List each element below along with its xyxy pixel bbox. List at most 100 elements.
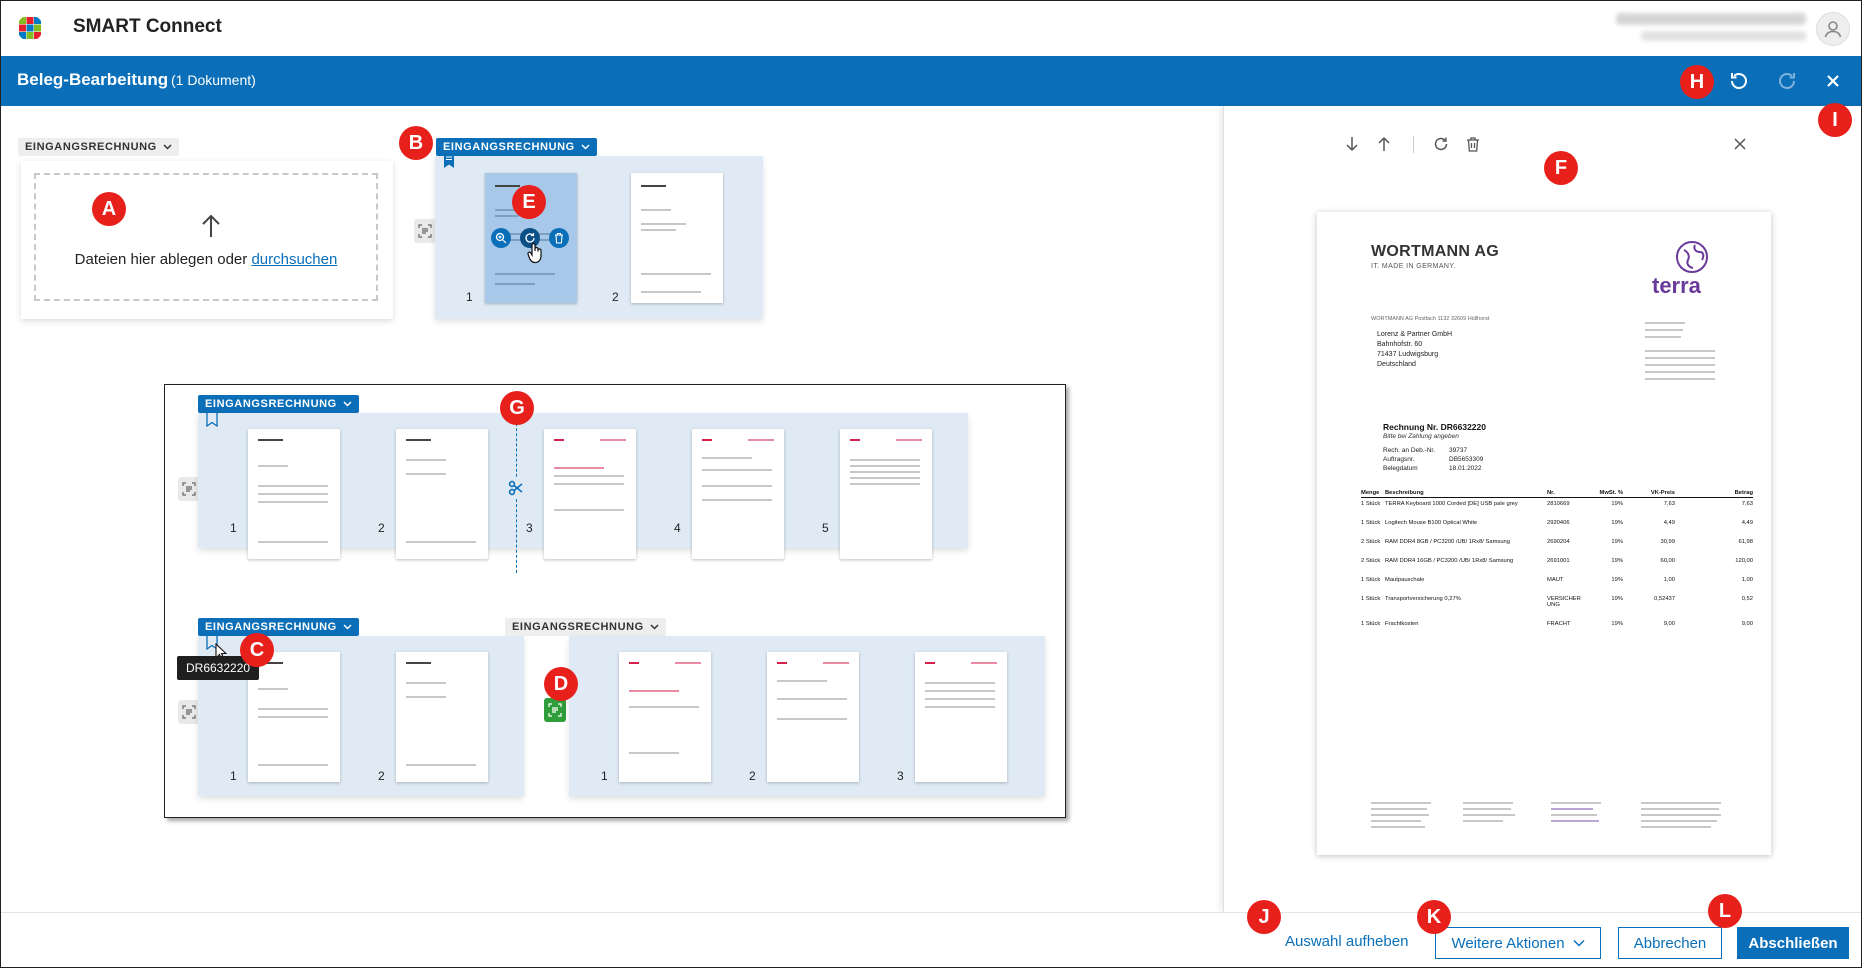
cell-price: 4,49 (1663, 520, 1675, 526)
close-preview-button[interactable] (1729, 133, 1751, 155)
dropzone-text: Dateien hier ablegen oder durchsuchen (36, 251, 376, 268)
scan-text-icon (548, 703, 562, 717)
trash-icon (555, 232, 563, 244)
move-down-button[interactable] (1341, 133, 1363, 155)
meta-value: 39737 (1449, 447, 1468, 454)
table-row: 2 Stück RAM DDR4 16GB / PC3200 /UB/ 1Rx8/… (1361, 558, 1753, 564)
cell-total: 9,00 (1741, 621, 1753, 627)
preview-brand: terra (1652, 273, 1701, 298)
cell-price: 60,00 (1660, 558, 1675, 564)
arrow-up-icon (1378, 136, 1390, 151)
page-thumbnail[interactable] (396, 429, 488, 559)
cancel-button[interactable]: Abbrechen (1618, 927, 1722, 959)
column-header: Menge (1361, 490, 1380, 496)
doctype-label: EINGANGSRECHNUNG (443, 141, 575, 153)
page-thumbnail[interactable] (544, 429, 636, 559)
page-thumbnail[interactable] (692, 429, 784, 559)
hand-cursor-icon (527, 242, 542, 264)
column-header: Nr. (1547, 490, 1555, 496)
upload-icon (202, 214, 220, 237)
cell-total: 1,00 (1741, 577, 1753, 583)
recipient-line: Lorenz & Partner GmbH (1377, 331, 1453, 338)
doctype-dropdown-doc3[interactable]: EINGANGSRECHNUNG (198, 618, 359, 636)
more-actions-label: Weitere Aktionen (1451, 934, 1565, 952)
rotate-preview-button[interactable] (1430, 133, 1452, 155)
preview-invoice-sub: Bitte bei Zahlung angeben (1383, 433, 1459, 440)
cell-total: 120,00 (1735, 558, 1753, 564)
preview-panel: WORTMANN AG IT. MADE IN GERMANY. terra W… (1223, 106, 1861, 912)
chevron-down-icon (343, 401, 352, 407)
cell-qty: 2 Stück (1361, 558, 1381, 564)
delete-preview-button[interactable] (1462, 133, 1484, 155)
table-row: 1 Stück Mautpauschale MAUT 19% 1,00 1,00 (1361, 577, 1753, 583)
invoice-preview: WORTMANN AG IT. MADE IN GERMANY. terra W… (1317, 212, 1771, 855)
callout-badge-k: K (1417, 900, 1451, 934)
page-thumbnail[interactable] (396, 652, 488, 782)
doctype-dropdown-doc2[interactable]: EINGANGSRECHNUNG (198, 395, 359, 413)
page-thumbnail[interactable] (619, 652, 711, 782)
cell-total: 4,49 (1741, 520, 1753, 526)
app-bar: SMART Connect (1, 1, 1861, 56)
delete-page-button[interactable] (549, 228, 569, 248)
cell-desc: Transportversicherung 0,27% (1385, 596, 1461, 602)
preview-meta: Rech. an Deb.-Nr. 39737 Auftragsnr. DB5653… (1383, 446, 1483, 473)
trash-icon (1467, 137, 1479, 152)
callout-badge-i: I (1818, 103, 1852, 137)
user-icon (1824, 21, 1842, 38)
callout-badge-l: L (1708, 894, 1742, 928)
preview-line-items: Menge Beschreibung Nr. MwSt. % VK-Preis … (1361, 490, 1753, 627)
doctype-label: EINGANGSRECHNUNG (25, 141, 157, 153)
cell-total: 61,98 (1738, 539, 1753, 545)
redo-button[interactable] (1771, 65, 1803, 97)
page-number: 2 (378, 521, 385, 535)
file-dropzone[interactable]: Dateien hier ablegen oder durchsuchen (34, 173, 378, 301)
doctype-dropdown-upload[interactable]: EINGANGSRECHNUNG (18, 138, 179, 156)
page-thumbnail[interactable] (915, 652, 1007, 782)
clear-selection-link[interactable]: Auswahl aufheben (1285, 933, 1408, 950)
ocr-button[interactable] (178, 700, 200, 724)
close-icon (1827, 75, 1839, 87)
preview-slogan: IT. MADE IN GERMANY. (1371, 263, 1456, 270)
more-actions-dropdown[interactable]: Weitere Aktionen (1435, 927, 1601, 959)
cell-vat: 19% (1611, 501, 1623, 507)
page-thumbnail[interactable] (840, 429, 932, 559)
zoom-page-button[interactable] (491, 228, 511, 248)
chevron-down-icon (163, 144, 172, 150)
meta-key: Auftragsnr. (1383, 456, 1415, 463)
page-thumbnail[interactable] (767, 652, 859, 782)
cell-nr: FRACHT (1547, 621, 1571, 627)
doctype-dropdown-doc4[interactable]: EINGANGSRECHNUNG (505, 618, 666, 636)
chevron-down-icon (650, 624, 659, 630)
cell-price: 7,63 (1663, 501, 1675, 507)
doctype-dropdown-doc1[interactable]: EINGANGSRECHNUNG (436, 138, 597, 156)
user-avatar-button[interactable] (1816, 12, 1850, 46)
cell-desc: RAM DDR4 8GB / PC3200 /UB/ 1Rx8/ Samsung (1385, 539, 1511, 545)
ocr-button[interactable] (178, 477, 200, 501)
doctype-label: EINGANGSRECHNUNG (205, 398, 337, 410)
split-document-button[interactable] (505, 477, 527, 499)
undo-button[interactable] (1723, 65, 1755, 97)
finish-button[interactable]: Abschließen (1737, 927, 1849, 959)
app-window: SMART Connect Beleg-Bearbeitung (1 Dokum… (0, 0, 1862, 968)
preview-recipient: Lorenz & Partner GmbH Bahnhofstr. 60 714… (1377, 330, 1452, 370)
app-logo-icon (17, 15, 43, 41)
callout-badge-d: D (544, 667, 578, 701)
cell-qty: 2 Stück (1361, 539, 1381, 545)
ocr-button-active[interactable] (544, 698, 566, 722)
callout-badge-j: J (1247, 900, 1281, 934)
zoom-in-icon (495, 232, 507, 244)
recipient-line: 71437 Ludwigsburg (1377, 351, 1439, 358)
close-editor-button[interactable] (1817, 65, 1849, 97)
page-thumbnail[interactable] (631, 173, 723, 303)
browse-link[interactable]: durchsuchen (251, 251, 337, 268)
table-row: 1 Stück Transportversicherung 0,27% VERSIC… (1361, 596, 1753, 608)
ocr-button[interactable] (414, 219, 436, 243)
page-thumbnail[interactable] (248, 652, 340, 782)
cell-desc: Logitech Mouse B100 Optical White (1385, 520, 1478, 526)
doctype-label: EINGANGSRECHNUNG (205, 621, 337, 633)
page-thumbnail[interactable] (248, 429, 340, 559)
preview-sender-address (1645, 322, 1735, 380)
move-up-button[interactable] (1373, 133, 1395, 155)
meta-key: Belegdatum (1383, 465, 1418, 472)
cell-nr: MAUT (1547, 577, 1564, 583)
